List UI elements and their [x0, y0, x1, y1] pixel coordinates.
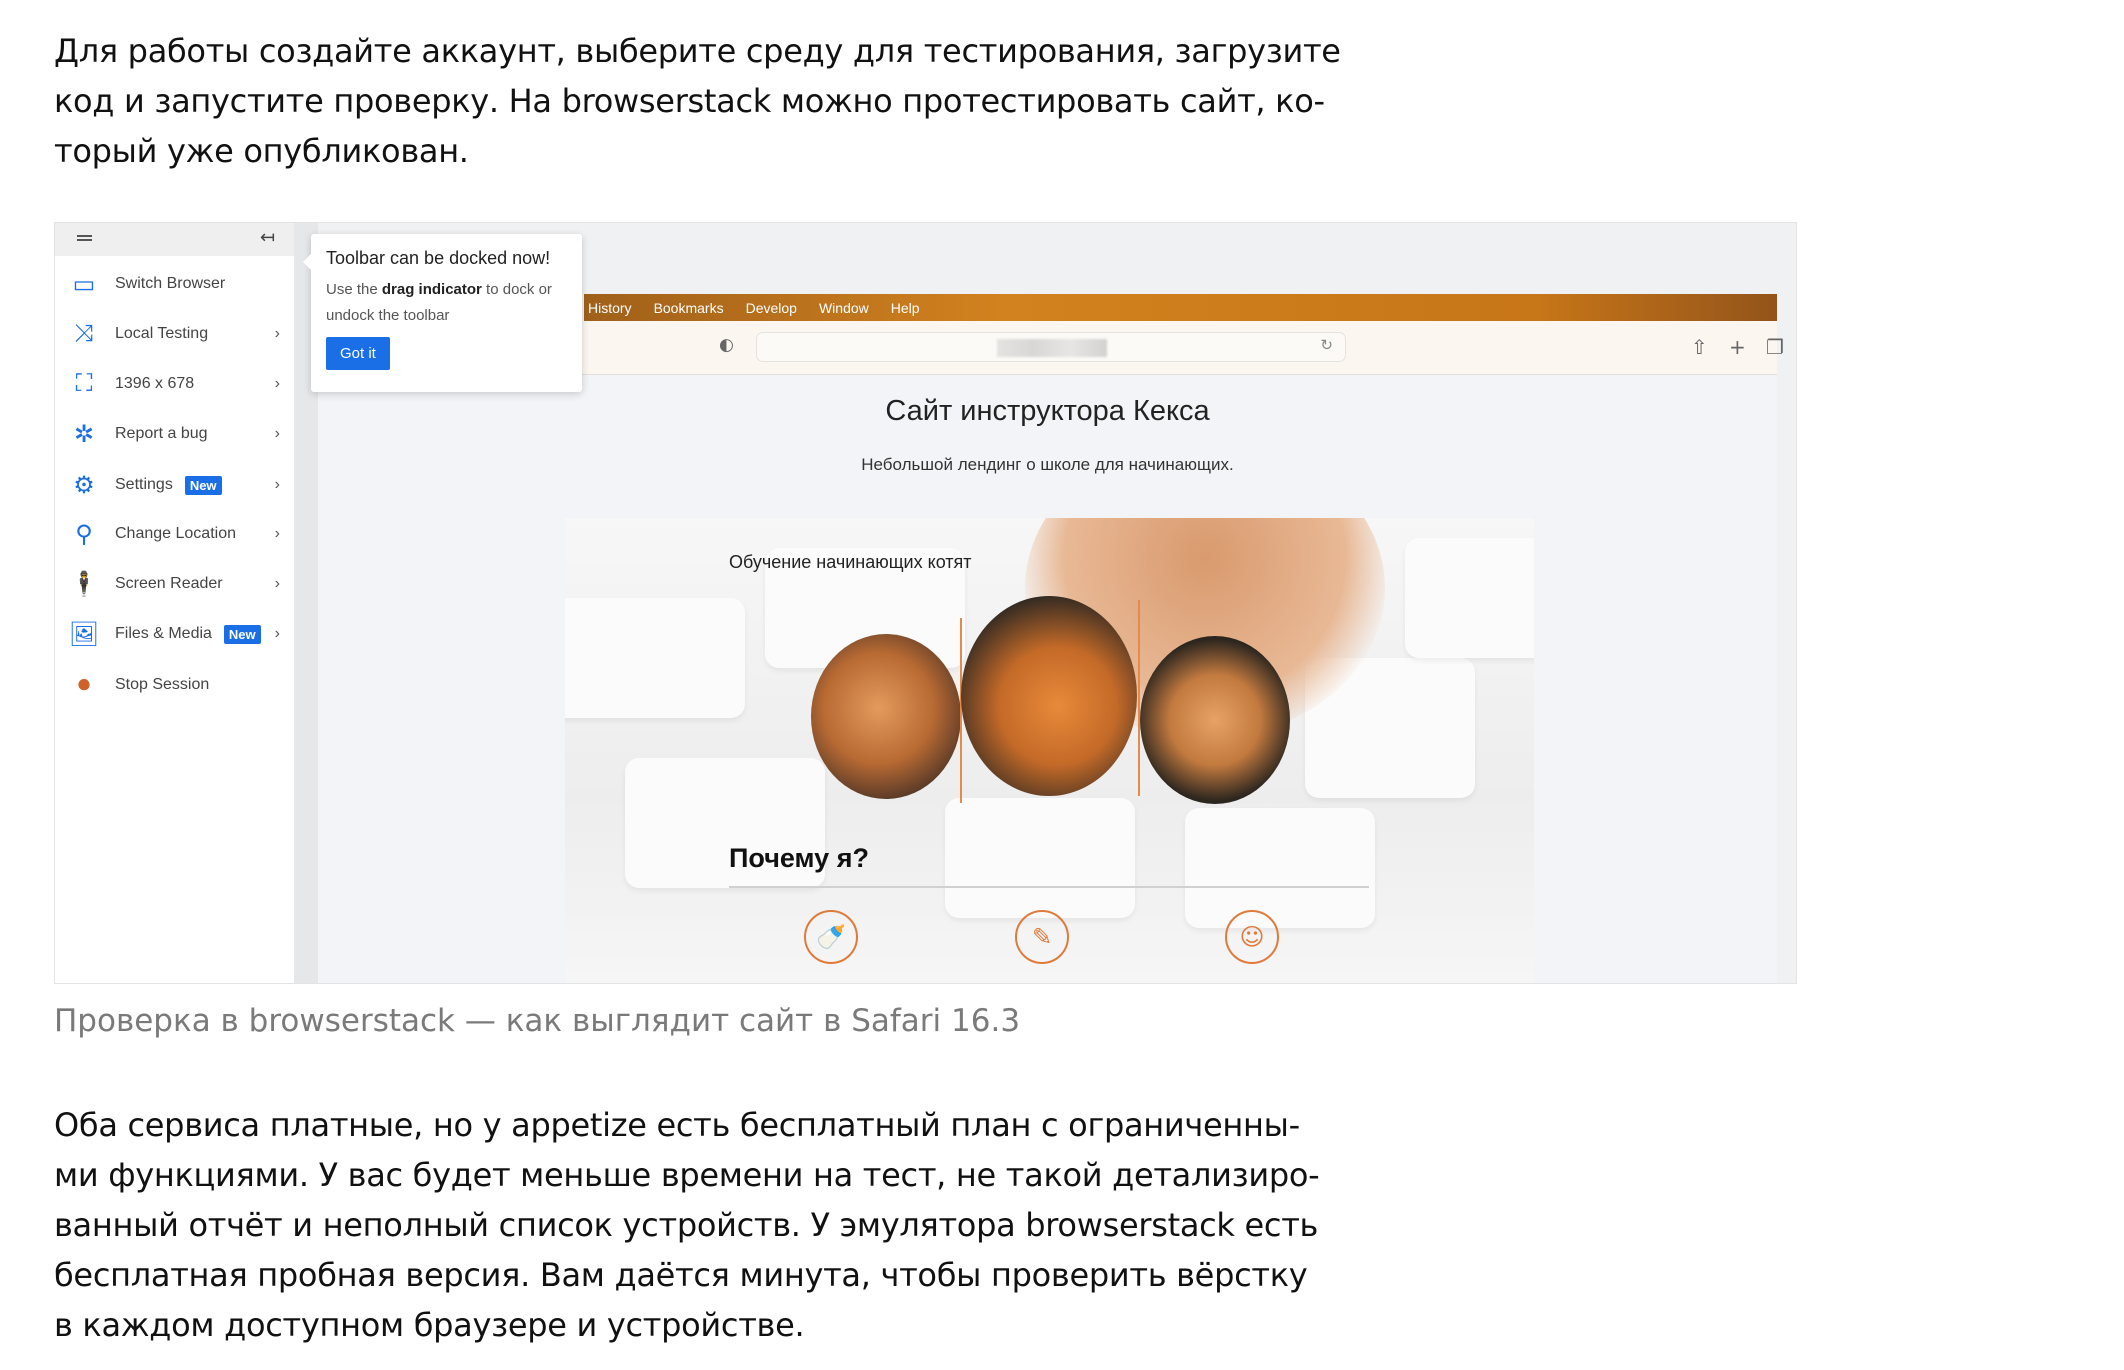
divider [729, 886, 1369, 888]
chevron-right-icon: › [274, 525, 280, 542]
tabs-overview-icon[interactable]: ❐ [1766, 335, 1784, 359]
sidebar-item-label: Screen Reader [115, 575, 223, 592]
sidebar-item-label: Files & Media [115, 625, 212, 642]
stop-icon: ⏺ [78, 671, 90, 698]
sidebar-item-switch-browser[interactable]: ▭ Switch Browser [55, 264, 294, 304]
menu-history[interactable]: History [588, 300, 632, 316]
text-line: ми функциями. У вас будет меньше времени… [54, 1156, 1320, 1194]
why-heading: Почему я? [729, 843, 869, 873]
cat-photo [961, 596, 1137, 796]
site-subtitle: Небольшой лендинг о школе для начинающих… [861, 455, 1234, 474]
chevron-right-icon: › [274, 625, 280, 642]
website-content: Сайт инструктора Кекса Небольшой лендинг… [318, 375, 1777, 983]
chevron-right-icon: › [274, 325, 280, 342]
image-icon: 🖼 [68, 620, 100, 648]
cat-face-icon: ☺ [1225, 910, 1279, 964]
chevron-right-icon: › [274, 375, 280, 392]
sidebar-item-settings[interactable]: ⚙ Settings New › [55, 465, 294, 505]
sidebar-item-local-testing[interactable]: ⤨ Local Testing › [55, 314, 294, 354]
browserstack-screenshot: ↤ ▭ Switch Browser ⤨ Local Testing › ⛶ 1… [54, 222, 1797, 984]
tooltip-title: Toolbar can be docked now! [326, 248, 551, 268]
text-line: в каждом доступном браузере и устройстве… [54, 1306, 805, 1344]
hero-label: Обучение начинающих котят [729, 552, 972, 572]
sidebar-item-label: Report a bug [115, 425, 208, 442]
sidebar-item-label: Change Location [115, 525, 236, 542]
chevron-right-icon: › [274, 425, 280, 442]
address-bar[interactable]: ↻ [756, 332, 1346, 362]
new-tab-icon[interactable]: + [1729, 335, 1746, 359]
sidebar-item-screen-reader[interactable]: 🕴 Screen Reader › [55, 564, 294, 604]
sidebar-item-change-location[interactable]: ⚲ Change Location › [55, 514, 294, 554]
sidebar-item-label: Switch Browser [115, 275, 226, 292]
dock-toolbar-tooltip: Toolbar can be docked now! Use the drag … [303, 234, 582, 392]
text-line: ванный отчёт и неполный список устройств… [54, 1206, 1319, 1244]
hero-section: Обучение начинающих котят Почему я? 🍼 ✎ … [565, 518, 1534, 983]
got-it-button[interactable]: Got it [326, 337, 390, 370]
sidebar-item-stop-session[interactable]: ⏺ Stop Session [55, 665, 294, 705]
new-badge: New [223, 624, 261, 644]
sidebar-header: ↤ [55, 223, 294, 256]
devices-icon: ▭ [72, 270, 96, 298]
safari-window: Сайт инструктора Кекса Небольшой лендинг… [318, 294, 1777, 983]
sidebar-item-resolution[interactable]: ⛶ 1396 x 678 › [55, 364, 294, 404]
text-line: Для работы создайте аккаунт, выберите ср… [54, 32, 1341, 70]
shield-icon[interactable]: ◐ [719, 335, 734, 355]
menu-bookmarks[interactable]: Bookmarks [654, 300, 724, 316]
outro-paragraph: Оба сервиса платные, но у appetize есть … [54, 1100, 1320, 1350]
chevron-right-icon: › [274, 476, 280, 493]
collapse-arrow-icon[interactable]: ↤ [260, 227, 275, 248]
shuffle-icon: ⤨ [74, 320, 94, 347]
browserstack-sidebar: ↤ ▭ Switch Browser ⤨ Local Testing › ⛶ 1… [55, 223, 318, 983]
sidebar-item-files-media[interactable]: 🖼 Files & Media New › [55, 614, 294, 654]
bottle-icon: 🍼 [804, 910, 858, 964]
reload-icon[interactable]: ↻ [1320, 336, 1333, 354]
new-badge: New [184, 475, 222, 495]
text-line: код и запустите проверку. На browserstac… [54, 82, 1325, 120]
location-pin-icon: ⚲ [75, 520, 93, 548]
bird-icon: ✎ [1015, 910, 1069, 964]
menu-develop[interactable]: Develop [746, 300, 797, 316]
safari-menubar: History Bookmarks Develop Window Help [584, 294, 1777, 321]
tooltip-text: Use the drag indicator to dock or undock… [326, 281, 552, 324]
gear-icon: ⚙ [73, 471, 95, 499]
bug-icon: ✲ [73, 420, 95, 448]
intro-paragraph: Для работы создайте аккаунт, выберите ср… [54, 26, 1341, 176]
site-title: Сайт инструктора Кекса [885, 395, 1210, 427]
accessibility-icon: 🕴 [69, 570, 99, 598]
text-line: торый уже опубликован. [54, 132, 469, 170]
sidebar-item-label: Stop Session [115, 676, 210, 693]
share-icon[interactable]: ⇧ [1691, 335, 1708, 359]
menu-help[interactable]: Help [891, 300, 920, 316]
image-caption: Проверка в browserstack — как выглядит с… [54, 1003, 1021, 1039]
chevron-right-icon: › [274, 575, 280, 592]
cat-photo [1140, 636, 1290, 804]
sidebar-item-label: Settings [115, 476, 173, 493]
drag-indicator-icon[interactable] [77, 235, 92, 241]
cat-photo [811, 634, 961, 799]
sidebar-item-label: 1396 x 678 [115, 375, 195, 392]
resolution-icon: ⛶ [75, 370, 93, 397]
menu-window[interactable]: Window [819, 300, 869, 316]
text-line: Оба сервиса платные, но у appetize есть … [54, 1106, 1300, 1144]
sidebar-item-label: Local Testing [115, 325, 209, 342]
blurred-url [997, 339, 1107, 357]
sidebar-item-report-bug[interactable]: ✲ Report a bug › [55, 414, 294, 454]
text-line: бесплатная пробная версия. Вам даётся ми… [54, 1256, 1308, 1294]
